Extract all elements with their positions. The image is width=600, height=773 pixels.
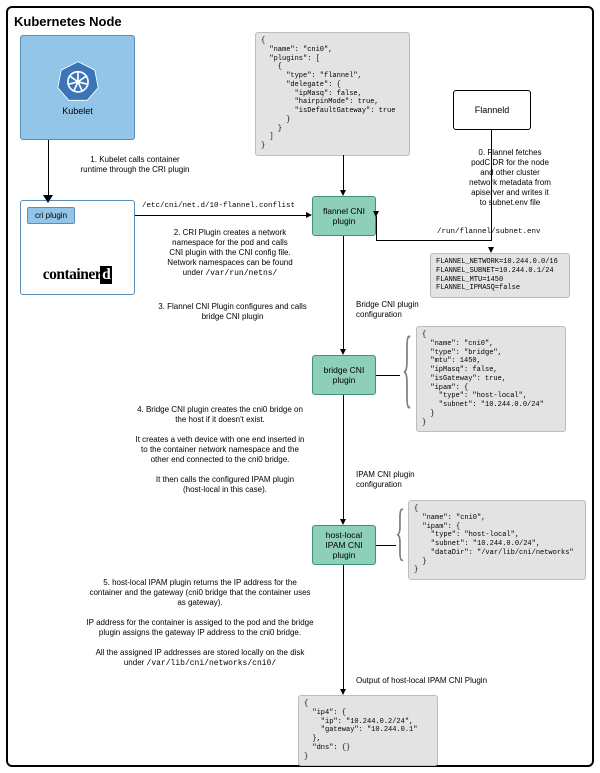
arrow-head-icon bbox=[340, 689, 346, 695]
step1-note: 1. Kubelet calls container runtime throu… bbox=[60, 155, 210, 175]
arrow-line bbox=[343, 236, 344, 350]
kubernetes-icon bbox=[57, 60, 99, 102]
containerd-logo-prefix: container bbox=[43, 266, 101, 283]
arrow-head-icon bbox=[340, 519, 346, 525]
page-title: Kubernetes Node bbox=[14, 14, 122, 29]
connector-line bbox=[376, 545, 396, 546]
containerd-box: cri plugin containerd bbox=[20, 200, 135, 295]
flannel-cni-box: flannel CNI plugin bbox=[312, 196, 376, 236]
hostlocal-cni-box: host-local IPAM CNI plugin bbox=[312, 525, 376, 565]
containerd-logo: containerd bbox=[43, 266, 112, 284]
subnet-env-path: /run/flannel/subnet.env bbox=[437, 228, 541, 236]
step5c-note: All the assigned IP addresses are stored… bbox=[75, 648, 325, 669]
bridge-cni-box: bridge CNI plugin bbox=[312, 355, 376, 395]
arrow-line bbox=[491, 130, 492, 240]
ipam-output-label: Output of host-local IPAM CNI Plugin bbox=[356, 676, 526, 686]
arrow-line bbox=[376, 216, 377, 240]
arrow-head-icon bbox=[44, 196, 52, 203]
arrow-head-icon bbox=[488, 247, 494, 253]
arrow-head-icon bbox=[373, 211, 379, 217]
step2-mono: /var/run/netns/ bbox=[205, 269, 277, 278]
containerd-logo-d: d bbox=[100, 266, 112, 284]
step4b-note: It creates a veth device with one end in… bbox=[115, 435, 325, 465]
arrow-line bbox=[48, 140, 49, 195]
arrow-head-icon bbox=[340, 190, 346, 196]
cri-plugin-box: cri plugin bbox=[27, 207, 75, 224]
ipam-config-code: { "name": "cni0", "ipam": { "type": "hos… bbox=[408, 500, 586, 580]
step5c-mono: /var/lib/cni/networks/cni0/ bbox=[147, 659, 277, 668]
brace-icon: { bbox=[395, 502, 405, 565]
step5a-note: 5. host-local IPAM plugin returns the IP… bbox=[70, 578, 330, 608]
arrow-line bbox=[343, 395, 344, 520]
step4a-note: 4. Bridge CNI plugin creates the cni0 br… bbox=[120, 405, 320, 425]
flanneld-box: Flanneld bbox=[453, 90, 531, 130]
brace-icon: { bbox=[402, 325, 412, 413]
step0-note: 0. Flannel fetches podCIDR for the node … bbox=[455, 148, 565, 208]
arrow-line bbox=[376, 240, 492, 241]
bridge-config-code: { "name": "cni0", "type": "bridge", "mtu… bbox=[416, 326, 566, 432]
ipam-conf-label: IPAM CNI plugin configuration bbox=[356, 470, 436, 490]
arrow-head-icon bbox=[306, 212, 312, 218]
conflist-path: /etc/cni/net.d/10-flannel.conflist bbox=[142, 202, 295, 210]
step5b-note: IP address for the container is assiged … bbox=[70, 618, 330, 638]
arrow-line bbox=[343, 155, 344, 191]
ipam-output-code: { "ip4": { "ip": "10.244.0.2/24", "gatew… bbox=[298, 695, 438, 766]
bridge-conf-label: Bridge CNI plugin configuration bbox=[356, 300, 436, 320]
arrow-head-icon bbox=[340, 349, 346, 355]
step3-note: 3. Flannel CNI Plugin configures and cal… bbox=[135, 302, 330, 322]
arrow-line bbox=[343, 565, 344, 690]
kubelet-box: Kubelet bbox=[20, 35, 135, 140]
arrow-line bbox=[135, 215, 307, 216]
step2-note: 2. CRI Plugin creates a network namespac… bbox=[150, 228, 310, 279]
kubelet-label: Kubelet bbox=[62, 106, 93, 116]
connector-line bbox=[376, 375, 400, 376]
flannel-config-code: { "name": "cni0", "plugins": [ { "type":… bbox=[255, 32, 410, 156]
subnet-env-code: FLANNEL_NETWORK=10.244.0.0/16 FLANNEL_SU… bbox=[430, 253, 570, 298]
step4c-note: It then calls the configured IPAM plugin… bbox=[130, 475, 320, 495]
